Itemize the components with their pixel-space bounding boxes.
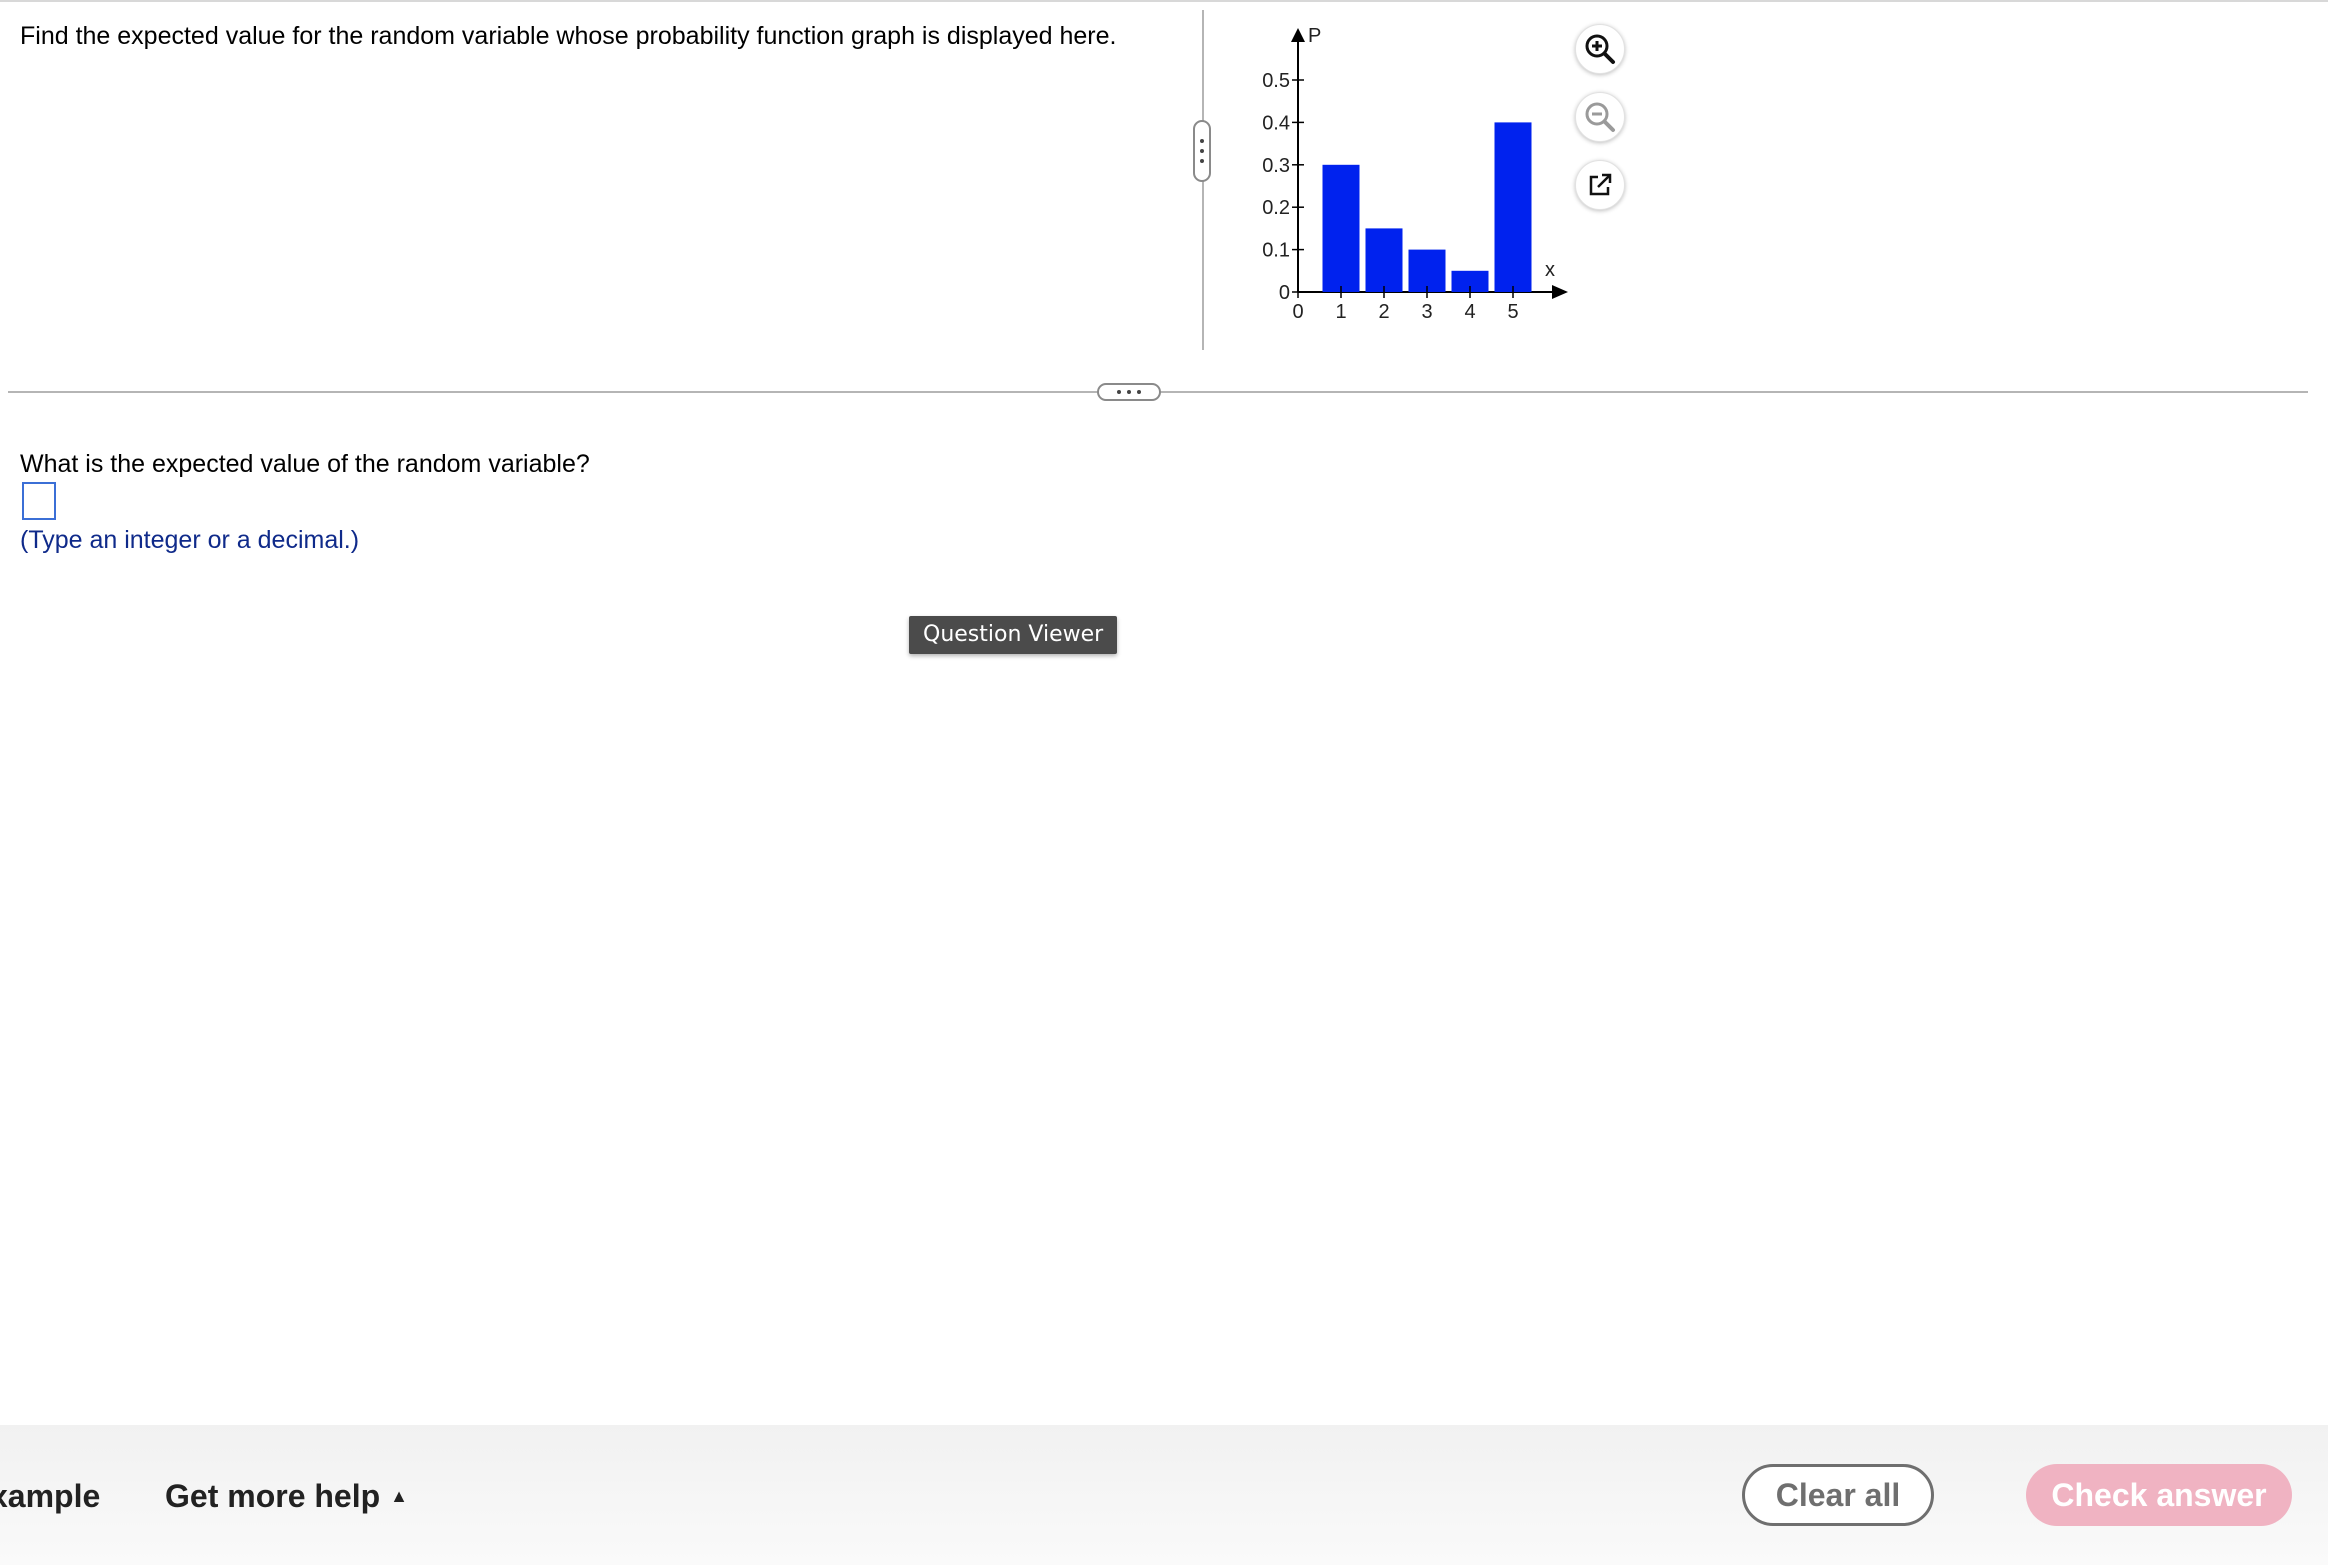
probability-chart: P x 0 1 2 3 4 5 0 0.1 0.2 0.3 0.4 0.5	[1262, 25, 1568, 323]
x-tick-label: 4	[1464, 301, 1475, 323]
x-axis-label: x	[1545, 259, 1555, 281]
get-more-help-label: Get more help	[165, 1478, 381, 1514]
x-tick-label: 0	[1292, 301, 1303, 323]
answer-prompt: What is the expected value of the random…	[20, 450, 590, 478]
handle-dot	[1137, 390, 1141, 394]
handle-dot	[1127, 390, 1131, 394]
popout-button[interactable]	[1575, 160, 1625, 210]
handle-dot	[1117, 390, 1121, 394]
x-tick-label: 5	[1507, 301, 1518, 323]
x-tick-label: 3	[1421, 301, 1432, 323]
zoom-out-icon	[1585, 102, 1615, 132]
view-example-link[interactable]: xample	[0, 1475, 100, 1517]
handle-dot	[1200, 139, 1204, 143]
caret-up-icon: ▲	[390, 1486, 408, 1506]
bar-x-2	[1365, 228, 1403, 292]
y-tick-label: 0	[1279, 282, 1290, 304]
y-tick-label: 0.5	[1262, 70, 1290, 92]
x-tick-label: 2	[1378, 301, 1389, 323]
bar-x-1	[1322, 164, 1360, 292]
y-tick-label: 0.3	[1262, 155, 1290, 177]
y-tick-label: 0.1	[1262, 240, 1290, 262]
zoom-out-button[interactable]	[1575, 92, 1625, 142]
get-more-help-button[interactable]: Get more help ▲	[165, 1475, 408, 1517]
handle-dot	[1200, 149, 1204, 153]
top-rule	[0, 0, 2328, 2]
chart-bars	[1322, 122, 1532, 293]
horizontal-resize-handle[interactable]	[1097, 383, 1161, 401]
external-link-icon	[1589, 173, 1612, 196]
vertical-resize-handle[interactable]	[1193, 120, 1211, 182]
bar-x-5	[1494, 122, 1532, 293]
clear-all-button[interactable]: Clear all	[1742, 1464, 1934, 1526]
bar-x-3	[1408, 249, 1446, 292]
y-axis-label: P	[1308, 25, 1321, 47]
question-page: Find the expected value for the random v…	[0, 0, 2328, 1565]
check-answer-button[interactable]: Check answer	[2026, 1464, 2292, 1526]
answer-hint: (Type an integer or a decimal.)	[20, 526, 360, 554]
y-tick-label: 0.4	[1262, 112, 1290, 134]
x-tick-label: 1	[1335, 301, 1346, 323]
handle-dot	[1200, 159, 1204, 163]
zoom-in-icon	[1585, 34, 1615, 64]
question-viewer-button[interactable]: Question Viewer	[909, 616, 1118, 654]
zoom-in-button[interactable]	[1575, 24, 1625, 74]
x-axis-arrow	[1552, 285, 1568, 299]
question-text: Find the expected value for the random v…	[20, 22, 1117, 50]
y-tick-label: 0.2	[1262, 197, 1290, 219]
answer-input[interactable]	[22, 482, 56, 520]
y-axis-arrow	[1291, 28, 1305, 42]
